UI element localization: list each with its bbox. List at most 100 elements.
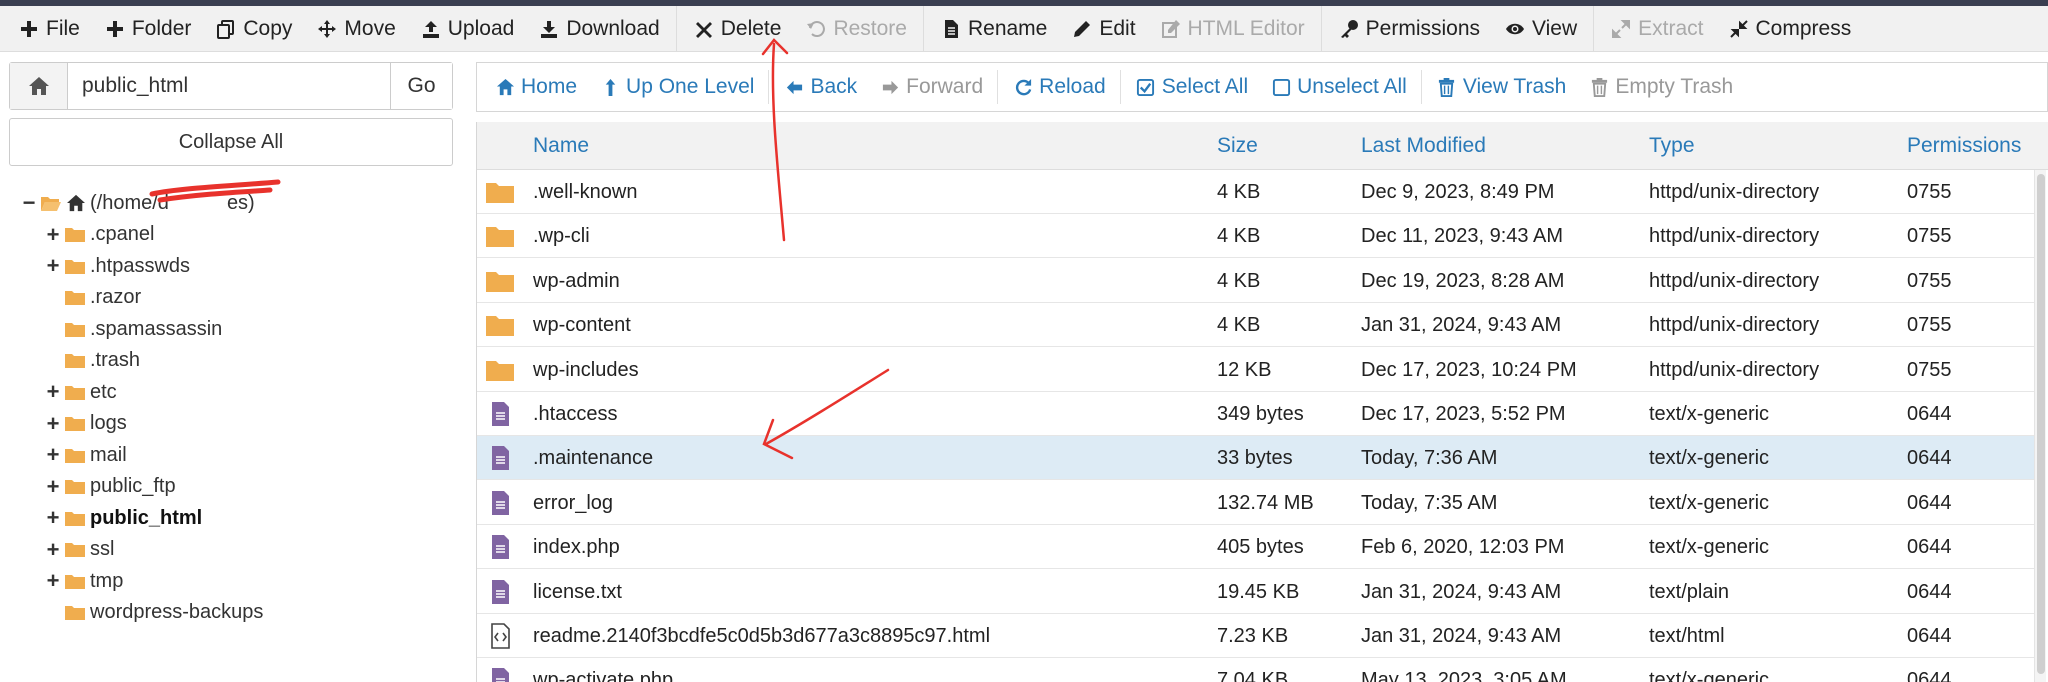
- tree-item-razor[interactable]: .razor: [46, 283, 141, 313]
- table-row[interactable]: readme.2140f3bcdfe5c0d5b3d677a3c8895c97.…: [477, 614, 2037, 658]
- trash-icon-wrap: [1588, 76, 1610, 98]
- tree-root[interactable]: − (/home/d es): [22, 188, 255, 218]
- tree-item-label: mail: [90, 443, 127, 466]
- tree-item-label: .trash: [90, 349, 141, 371]
- table-row[interactable]: wp-admin 4 KB Dec 19, 2023, 8:28 AM httpd/u…: [477, 258, 2037, 303]
- path-input[interactable]: [68, 63, 390, 109]
- tree-item-tmp[interactable]: + tmp: [46, 566, 124, 596]
- permissions-cell: 0644: [1907, 625, 1952, 647]
- reload-button[interactable]: Reload: [1001, 63, 1117, 111]
- file-type-cell: text/html: [1649, 625, 1725, 647]
- checkbox-empty-icon-wrap: [1270, 76, 1292, 98]
- column-header-last-modified[interactable]: Last Modified: [1361, 122, 1486, 170]
- expand-toggle-icon[interactable]: +: [46, 570, 60, 592]
- file-name-cell: wp-admin: [533, 269, 620, 292]
- tree-item-logs[interactable]: + logs: [46, 409, 127, 439]
- expand-toggle-icon[interactable]: +: [46, 507, 60, 529]
- empty-trash-label: Empty Trash: [1615, 75, 1734, 98]
- column-header-size[interactable]: Size: [1217, 122, 1258, 170]
- file-type-cell: httpd/unix-directory: [1649, 358, 1820, 381]
- table-row[interactable]: license.txt 19.45 KB Jan 31, 2024, 9:43 AM…: [477, 569, 2037, 614]
- select-all-button[interactable]: Select All: [1124, 63, 1259, 111]
- scrollbar-thumb[interactable]: [2037, 174, 2045, 674]
- table-row[interactable]: wp-includes 12 KB Dec 17, 2023, 10:24 PM ht…: [477, 347, 2037, 392]
- tree-item-spamassassin[interactable]: .spamassassin: [46, 314, 222, 344]
- collapse-toggle-icon[interactable]: −: [22, 192, 36, 214]
- rename-button[interactable]: Rename: [928, 6, 1059, 52]
- download-button[interactable]: Download: [526, 6, 671, 52]
- tree-item-public-ftp[interactable]: + public_ftp: [46, 472, 176, 502]
- permissions-cell: 0644: [1907, 580, 1952, 603]
- file-button[interactable]: File: [6, 6, 92, 52]
- go-button[interactable]: Go: [390, 63, 452, 109]
- compress-button[interactable]: Compress: [1716, 6, 1864, 52]
- table-row[interactable]: wp-content 4 KB Jan 31, 2024, 9:43 AM httpd…: [477, 303, 2037, 348]
- path-home-button[interactable]: [10, 63, 68, 109]
- table-row[interactable]: index.php 405 bytes Feb 6, 2020, 12:03 PM t…: [477, 525, 2037, 570]
- column-header-permissions[interactable]: Permissions: [1907, 122, 2021, 170]
- expand-toggle-icon[interactable]: +: [46, 381, 60, 403]
- unselect-all-button[interactable]: Unselect All: [1259, 63, 1418, 111]
- tree-item-public-html[interactable]: + public_html: [46, 503, 203, 533]
- expand-toggle-icon[interactable]: +: [46, 412, 60, 435]
- expand-icon-wrap: [1610, 18, 1632, 40]
- tree-item-label: .htpasswds: [90, 254, 191, 277]
- tree-item-mail[interactable]: + mail: [46, 440, 127, 470]
- move-button[interactable]: Move: [304, 6, 407, 52]
- home-label: Home: [521, 75, 578, 98]
- home-button[interactable]: Home: [483, 63, 588, 111]
- table-row[interactable]: .maintenance 33 bytes Today, 7:36 AM text/x…: [477, 436, 2037, 481]
- file-size-cell: 4 KB: [1217, 181, 1261, 203]
- tree-item-ssl[interactable]: + ssl: [46, 535, 115, 565]
- expand-toggle-icon[interactable]: +: [46, 223, 60, 246]
- html-editor-button[interactable]: HTML Editor: [1148, 6, 1317, 52]
- forward-button[interactable]: Forward: [868, 63, 994, 111]
- tree-item-cpanel[interactable]: + .cpanel: [46, 220, 155, 250]
- column-header-name[interactable]: Name: [533, 122, 589, 170]
- file-type-cell: text/x-generic: [1649, 447, 1770, 470]
- up-one-level-button[interactable]: Up One Level: [588, 63, 765, 111]
- refresh-icon: [1015, 78, 1031, 95]
- tree-item-wordpress-backups[interactable]: wordpress-backups: [46, 598, 263, 628]
- folder-icon: [65, 228, 85, 242]
- view-button[interactable]: View: [1492, 6, 1589, 52]
- upload-button[interactable]: Upload: [408, 6, 527, 52]
- table-row[interactable]: .well-known 4 KB Dec 9, 2023, 8:49 PM httpd…: [477, 170, 2037, 214]
- plus-icon: [21, 20, 37, 37]
- copy-button[interactable]: Copy: [203, 6, 304, 52]
- table-row[interactable]: .wp-cli 4 KB Dec 11, 2023, 9:43 AM httpd/un…: [477, 214, 2037, 259]
- permissions-button[interactable]: Permissions: [1326, 6, 1492, 52]
- last-modified-cell: Dec 11, 2023, 9:43 AM: [1361, 225, 1563, 248]
- back-button[interactable]: Back: [772, 63, 868, 111]
- table-row[interactable]: wp-activate.php 7.04 KB May 13, 2023, 3:05…: [477, 658, 2037, 682]
- navbar-divider: [1119, 70, 1121, 104]
- trash-icon: [1439, 77, 1455, 97]
- folder-icon: [65, 543, 85, 557]
- extract-button[interactable]: Extract: [1598, 6, 1715, 52]
- empty-trash-button[interactable]: Empty Trash: [1577, 63, 1744, 111]
- file-size-cell: 132.74 MB: [1217, 491, 1314, 514]
- expand-toggle-icon[interactable]: +: [46, 475, 60, 498]
- expand-toggle-icon[interactable]: +: [46, 255, 60, 277]
- table-row[interactable]: .htaccess 349 bytes Dec 17, 2023, 5:52 PM t…: [477, 392, 2037, 436]
- folder-button[interactable]: Folder: [92, 6, 204, 52]
- download-label: Download: [566, 16, 660, 40]
- tree-item-htpasswds[interactable]: + .htpasswds: [46, 251, 191, 281]
- expand-toggle-icon[interactable]: +: [46, 538, 60, 561]
- column-header-type[interactable]: Type: [1649, 122, 1695, 170]
- table-scrollbar[interactable]: [2034, 170, 2046, 682]
- view-trash-button[interactable]: View Trash: [1425, 63, 1578, 111]
- tree-item-trash[interactable]: .trash: [46, 346, 140, 376]
- text-file-icon: [492, 446, 509, 471]
- restore-button[interactable]: Restore: [793, 6, 919, 52]
- key-icon: [1340, 19, 1358, 38]
- edit-button[interactable]: Edit: [1059, 6, 1147, 52]
- expand-toggle-icon[interactable]: +: [46, 444, 60, 466]
- table-row[interactable]: error_log 132.74 MB Today, 7:35 AM text/x-g…: [477, 480, 2037, 525]
- tree-item-etc[interactable]: + etc: [46, 377, 117, 407]
- delete-button[interactable]: Delete: [681, 6, 794, 52]
- collapse-all-button[interactable]: Collapse All: [9, 118, 453, 166]
- folder-icon: [65, 417, 85, 431]
- view-label: View: [1532, 16, 1578, 40]
